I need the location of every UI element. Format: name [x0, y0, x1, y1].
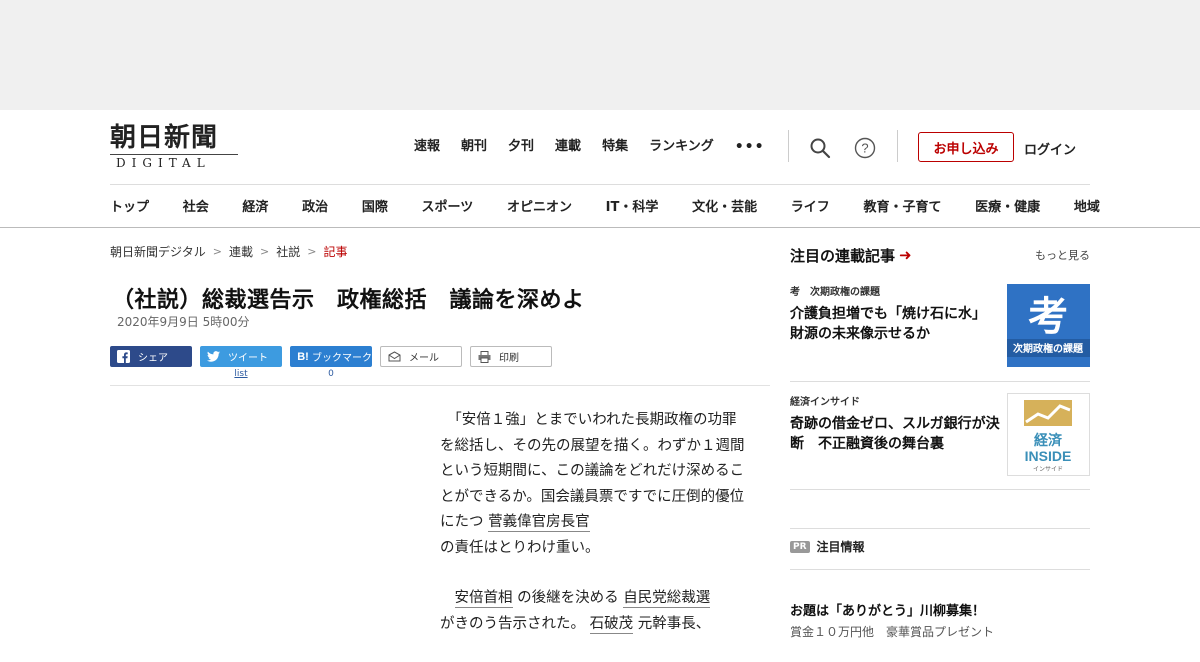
article-body: 「安倍１強」とまでいわれた長期政権の功罪を総括し、その先の展望を描く。わずか１週…	[440, 408, 750, 662]
mail-share-label: メール	[409, 353, 439, 364]
hatena-bookmark-label: ブックマーク	[312, 353, 372, 364]
breadcrumb-separator: >	[212, 245, 222, 258]
sidebar-divider	[790, 569, 1090, 570]
cat-sports[interactable]: スポーツ	[422, 196, 474, 215]
topnav-ranking[interactable]: ランキング	[649, 138, 714, 156]
article-paragraph: 安倍首相 の後継を決める 自民党総裁選がきのう告示された。 石破茂 元幹事長、	[440, 586, 750, 637]
article-paragraph: 「安倍１強」とまでいわれた長期政権の功罪を総括し、その先の展望を描く。わずか１週…	[440, 408, 750, 561]
article-date: 2020年9月9日 5時00分	[117, 315, 250, 329]
paragraph-text: 元幹事長、	[637, 615, 711, 632]
site-header: 朝日新聞 DIGITAL 速報 朝刊 夕刊 連載 特集 ランキング ••• ? …	[0, 110, 1200, 228]
thumb-line3: インサイド	[1033, 466, 1063, 473]
cat-top[interactable]: トップ	[110, 196, 149, 215]
top-navigation: 速報 朝刊 夕刊 連載 特集 ランキング •••	[414, 138, 765, 156]
subscribe-button[interactable]: お申し込み	[918, 132, 1014, 162]
topnav-yuukan[interactable]: 夕刊	[508, 138, 534, 156]
mail-share-button[interactable]: メール	[380, 346, 462, 367]
search-icon[interactable]	[809, 137, 831, 159]
thumb-kanji: 考	[1028, 293, 1068, 340]
header-divider-vertical	[897, 130, 898, 162]
paragraph-text: 「安倍１強」とまでいわれた長期政権の功罪を総括し、その先の展望を描く。わずか１週…	[440, 412, 745, 530]
cat-region[interactable]: 地域	[1074, 196, 1100, 215]
twitter-icon	[206, 350, 220, 364]
paragraph-text: の後継を決める	[517, 590, 619, 606]
svg-text:?: ?	[861, 141, 868, 156]
cat-it-science[interactable]: IT・科学	[606, 196, 659, 215]
pr-label: 注目情報	[816, 540, 865, 554]
cat-health[interactable]: 医療・健康	[975, 196, 1040, 215]
cat-education[interactable]: 教育・子育て	[863, 196, 941, 215]
cat-culture[interactable]: 文化・芸能	[692, 196, 757, 215]
topnav-choukan[interactable]: 朝刊	[461, 138, 487, 156]
paragraph-text: がきのう告示された。	[440, 615, 585, 632]
mail-icon	[387, 350, 401, 364]
breadcrumb-rensai[interactable]: 連載	[229, 243, 253, 260]
logo-main-text: 朝日新聞	[110, 123, 219, 153]
keyword-link-abe[interactable]: 安倍首相	[454, 590, 513, 608]
hatena-bookmark-icon: B!	[297, 350, 309, 363]
share-divider	[110, 385, 770, 386]
pr-item-title[interactable]: お題は「ありがとう」川柳募集！	[790, 600, 985, 619]
facebook-share-button[interactable]: シェア	[110, 346, 192, 367]
series-thumbnail[interactable]: 経済 INSIDE インサイド	[1007, 393, 1090, 476]
cat-opinion[interactable]: オピニオン	[507, 196, 572, 215]
cat-international[interactable]: 国際	[362, 196, 388, 215]
cat-politics[interactable]: 政治	[302, 196, 328, 215]
share-buttons: シェア ツイート list B! ブックマーク 0 メール 印刷	[110, 346, 552, 379]
featured-headline[interactable]: 介護負担増でも「焼け石に水」 財源の未来像示せるか	[790, 304, 1000, 344]
printer-icon	[477, 350, 491, 364]
keyword-link-suga[interactable]: 菅義偉官房長官	[488, 514, 590, 532]
article-title: （社説）総裁選告示 政権総括 議論を深めよ	[112, 288, 585, 313]
featured-series-title: 注目の連載記事	[790, 246, 896, 265]
hatena-bookmark-button[interactable]: B! ブックマーク 0	[290, 346, 372, 379]
cat-economy[interactable]: 経済	[242, 196, 268, 215]
breadcrumb: 朝日新聞デジタル > 連載 > 社説 > 記事	[110, 243, 347, 260]
breadcrumb-shasetsu[interactable]: 社説	[276, 243, 300, 260]
tweet-list-link[interactable]: list	[200, 369, 282, 379]
pr-badge: PR	[790, 540, 810, 553]
sidebar-divider	[790, 381, 1090, 382]
advertisement-area	[0, 0, 1200, 110]
print-button[interactable]: 印刷	[470, 346, 552, 367]
topnav-sokuho[interactable]: 速報	[414, 138, 440, 156]
featured-series-header: 注目の連載記事 ➜ もっと見る	[790, 243, 1090, 267]
keyword-link-ishiba[interactable]: 石破茂	[589, 615, 634, 634]
thumb-line2: INSIDE	[1025, 448, 1072, 464]
thumb-caption: 次期政権の課題	[1013, 342, 1084, 355]
arrow-right-icon[interactable]: ➜	[899, 246, 912, 264]
sidebar-divider	[790, 528, 1090, 529]
print-label: 印刷	[499, 353, 519, 364]
topnav-tokushu[interactable]: 特集	[602, 138, 628, 156]
site-logo[interactable]: 朝日新聞 DIGITAL	[110, 124, 242, 170]
breadcrumb-current: 記事	[323, 245, 348, 259]
pr-item-subtitle[interactable]: 賞金１０万円他 豪華賞品プレゼント	[790, 623, 994, 640]
bookmark-count: 0	[328, 369, 334, 379]
twitter-share-button[interactable]: ツイート list	[200, 346, 282, 379]
header-divider	[110, 184, 1090, 185]
logo-sub-text: DIGITAL	[110, 154, 238, 170]
cat-society[interactable]: 社会	[183, 196, 209, 215]
keyword-link-ldp-election[interactable]: 自民党総裁選	[623, 590, 711, 608]
thumb-line1: 経済	[1034, 432, 1063, 449]
sidebar: 注目の連載記事 ➜ もっと見る 考 次期政権の課題 介護負担増でも「焼け石に水」…	[790, 243, 1090, 639]
paragraph-text: の責任はとりわけ重い。	[440, 539, 600, 556]
topnav-more-button[interactable]: •••	[735, 138, 765, 156]
sidebar-divider	[790, 489, 1090, 490]
breadcrumb-separator: >	[260, 245, 270, 258]
twitter-share-label: ツイート	[228, 353, 268, 364]
see-more-link[interactable]: もっと見る	[1035, 247, 1090, 263]
facebook-icon	[116, 350, 130, 364]
breadcrumb-separator: >	[307, 245, 317, 258]
help-icon[interactable]: ?	[854, 137, 876, 159]
breadcrumb-home[interactable]: 朝日新聞デジタル	[110, 243, 206, 260]
category-navigation: トップ 社会 経済 政治 国際 スポーツ オピニオン IT・科学 文化・芸能 ラ…	[110, 196, 1100, 215]
featured-headline[interactable]: 奇跡の借金ゼロ、スルガ銀行が決断 不正融資後の舞台裏	[790, 414, 1000, 454]
topnav-rensai[interactable]: 連載	[555, 138, 581, 156]
cat-life[interactable]: ライフ	[791, 196, 830, 215]
pr-section-header: PR 注目情報	[790, 538, 865, 555]
login-link[interactable]: ログイン	[1024, 139, 1076, 158]
header-divider-vertical	[788, 130, 789, 162]
series-thumbnail[interactable]: 考 次期政権の課題	[1007, 284, 1090, 367]
facebook-share-label: シェア	[138, 353, 168, 364]
